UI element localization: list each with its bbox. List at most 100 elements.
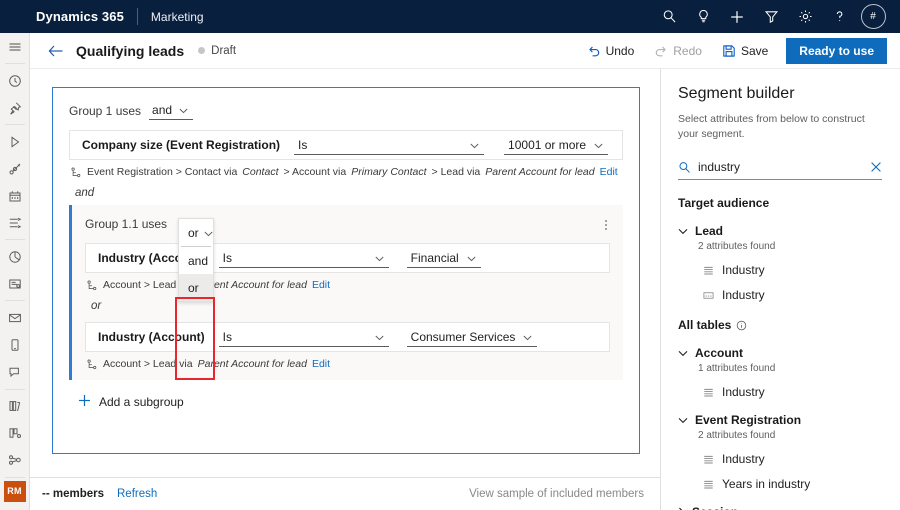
condition-value: 10001 or more — [504, 138, 586, 152]
undo-button[interactable]: Undo — [577, 37, 645, 65]
hamburger-menu-icon[interactable] — [0, 33, 30, 60]
edit-path-link[interactable]: Edit — [312, 279, 330, 291]
segments-icon[interactable] — [0, 209, 30, 236]
library-icon[interactable] — [0, 393, 30, 420]
condition-comparator-dropdown[interactable]: Is — [219, 328, 389, 347]
info-icon[interactable] — [736, 320, 747, 331]
dropdown-option-or[interactable]: or — [179, 274, 213, 301]
save-label: Save — [741, 44, 768, 58]
lightbulb-icon[interactable] — [686, 0, 720, 33]
path-text: Account > Lead via — [103, 358, 193, 370]
templates-icon[interactable] — [0, 420, 30, 447]
left-navigation-rail: RM — [0, 33, 30, 510]
analytics-pie-icon[interactable] — [0, 243, 30, 270]
rail-divider — [5, 239, 25, 240]
attribute-label: Industry — [722, 288, 765, 302]
group-1-label: Group 1 uses — [69, 104, 141, 118]
path-text: Event Registration > Contact via — [87, 166, 237, 178]
filter-icon[interactable] — [754, 0, 788, 33]
save-icon — [722, 44, 736, 58]
attribute-item[interactable]: Industry — [703, 288, 882, 302]
rail-divider — [5, 389, 25, 390]
connections-icon[interactable] — [0, 447, 30, 474]
marketing-pages-icon[interactable] — [0, 155, 30, 182]
entity-group-account[interactable]: Account — [678, 346, 882, 360]
user-avatar[interactable]: # — [856, 0, 890, 33]
group-1-operator-dropdown[interactable]: and — [149, 102, 193, 120]
path-relation-1: Contact — [242, 166, 278, 178]
entity-group-lead[interactable]: Lead — [678, 224, 882, 238]
email-icon[interactable] — [0, 304, 30, 331]
ready-to-use-button[interactable]: Ready to use — [786, 38, 887, 64]
help-icon[interactable] — [822, 0, 856, 33]
attribute-item[interactable]: Industry — [703, 452, 882, 466]
condition-comparator-dropdown[interactable]: Is — [294, 136, 484, 155]
events-icon[interactable] — [0, 182, 30, 209]
condition-comparator-value: Is — [294, 138, 307, 152]
edit-path-link[interactable]: Edit — [312, 358, 330, 370]
condition-value-dropdown[interactable]: 10001 or more — [504, 136, 608, 155]
customer-journeys-icon[interactable] — [0, 128, 30, 155]
add-subgroup-button[interactable]: Add a subgroup — [53, 380, 639, 410]
brand-label: Dynamics 365 — [36, 9, 124, 24]
chevron-down-icon — [678, 228, 688, 235]
gear-icon[interactable] — [788, 0, 822, 33]
redo-button[interactable]: Redo — [644, 37, 712, 65]
attribute-item[interactable]: Industry — [703, 263, 882, 277]
chevron-down-icon — [367, 330, 389, 344]
page-title: Qualifying leads — [76, 43, 184, 59]
social-posting-icon[interactable] — [0, 359, 30, 386]
undo-icon — [587, 44, 601, 58]
entity-group-session[interactable]: Session — [678, 505, 882, 510]
condition-value: Consumer Services — [407, 330, 516, 344]
path-relation-3: Parent Account for lead — [485, 166, 594, 178]
mobile-icon[interactable] — [0, 332, 30, 359]
recent-clock-icon[interactable] — [0, 67, 30, 94]
entity-group-event-registration[interactable]: Event Registration — [678, 413, 882, 427]
command-bar-actions: Undo Redo Save Ready to use — [577, 37, 887, 65]
status-badge: Draft — [198, 45, 236, 57]
condition-value-dropdown[interactable]: Consumer Services — [407, 328, 538, 347]
optionset-icon — [703, 479, 714, 490]
view-sample-link[interactable]: View sample of included members — [469, 488, 644, 500]
attribute-search-box[interactable] — [678, 155, 882, 180]
group-1-operator-value: and — [152, 103, 172, 117]
plus-icon — [78, 394, 91, 410]
save-button[interactable]: Save — [712, 37, 778, 65]
dropdown-option-and[interactable]: and — [179, 247, 213, 274]
search-icon[interactable] — [652, 0, 686, 33]
dropdown-selected-text: or — [188, 226, 199, 240]
chevron-down-icon — [515, 330, 537, 344]
clear-search-icon[interactable] — [870, 161, 882, 173]
condition-comparator-dropdown[interactable]: Is — [219, 249, 389, 268]
target-audience-heading: Target audience — [678, 196, 882, 210]
rail-user-avatar[interactable]: RM — [4, 481, 26, 502]
text-field-icon — [703, 290, 714, 301]
entity-group-label: Session — [692, 505, 738, 510]
optionset-icon — [703, 265, 714, 276]
status-dot-icon — [198, 47, 205, 54]
dropdown-current-value[interactable]: or — [179, 219, 213, 246]
attribute-item[interactable]: Industry — [703, 385, 882, 399]
pin-icon[interactable] — [0, 94, 30, 121]
group-1-1-operator-dropdown-open[interactable]: or and or — [178, 218, 214, 302]
back-arrow-icon[interactable] — [44, 39, 68, 63]
condition-value: Financial — [407, 251, 459, 265]
edit-path-link[interactable]: Edit — [600, 166, 618, 178]
forms-icon[interactable] — [0, 270, 30, 297]
chevron-down-icon — [462, 138, 484, 152]
subgroup-more-options-icon[interactable] — [599, 217, 613, 233]
chevron-down-icon — [204, 226, 213, 240]
attribute-item[interactable]: Years in industry — [703, 477, 882, 491]
condition-value-dropdown[interactable]: Financial — [407, 249, 481, 268]
subgroup-join-operator: or — [72, 291, 623, 312]
top-bar-actions: # — [652, 0, 900, 33]
path-relation-2: Primary Contact — [351, 166, 426, 178]
group-1-header: Group 1 uses and — [53, 88, 639, 120]
refresh-link[interactable]: Refresh — [117, 488, 157, 500]
search-input[interactable] — [698, 160, 863, 174]
group-join-operator: and — [53, 178, 639, 199]
all-tables-heading: All tables — [678, 318, 882, 332]
members-count: -- members — [42, 488, 104, 500]
plus-icon[interactable] — [720, 0, 754, 33]
